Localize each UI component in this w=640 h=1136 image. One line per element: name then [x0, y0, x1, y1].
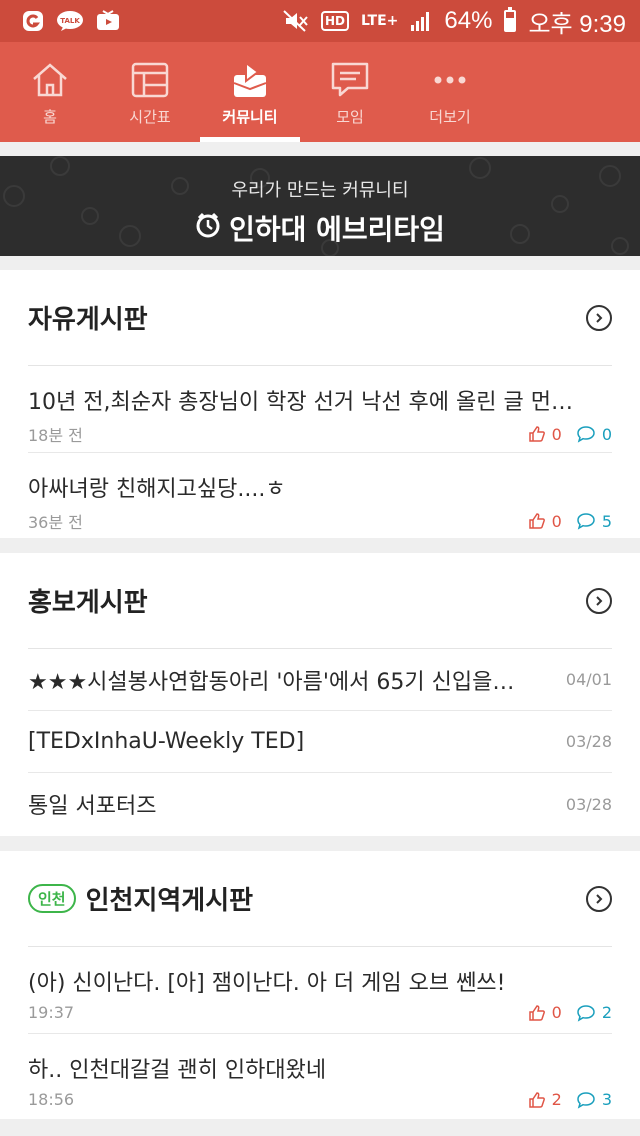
chevron-right-icon[interactable] [586, 885, 612, 912]
tab-label: 모임 [336, 108, 364, 126]
post-date: 03/28 [565, 732, 612, 751]
promo-board-header[interactable]: 홍보게시판 [28, 553, 612, 649]
comment-number: 0 [601, 424, 612, 444]
thumbs-up-icon [528, 1091, 545, 1108]
comment-count: 3 [576, 1090, 612, 1109]
post-time: 18:56 [28, 1090, 75, 1109]
like-number: 0 [551, 511, 562, 531]
post-title: 통일 서포터즈 [28, 794, 157, 819]
mute-icon [283, 10, 309, 32]
tab-label: 홈 [43, 108, 57, 126]
tab-label: 커뮤니티 [222, 108, 278, 126]
promo-row[interactable]: [TEDxInhaU-Weekly TED] 03/28 [28, 711, 612, 773]
post-title: 아싸녀랑 친해지고싶당....ㅎ [28, 477, 286, 502]
promo-row[interactable]: ★★★시설봉사연합동아리 '아름'에서 65기 신입을… 04/01 [28, 649, 612, 711]
tab-label: 시간표 [129, 108, 171, 126]
banner-subtitle: 우리가 만드는 커뮤니티 [231, 180, 409, 201]
post-date: 04/01 [565, 670, 612, 689]
g-app-icon [22, 10, 44, 32]
post-title: (아) 신이난다. [아] 잼이난다. 아 더 게임 오브 쎈쓰! [28, 971, 506, 996]
post-title: ★★★시설봉사연합동아리 '아름'에서 65기 신입을… [28, 669, 515, 695]
board-title: 인천지역게시판 [85, 886, 254, 916]
comment-number: 2 [601, 1003, 612, 1022]
region-board-header[interactable]: 인천 인천지역게시판 [28, 851, 612, 947]
post-row[interactable]: 하.. 인천대갈걸 괜히 인하대왔네 18:56 2 3 [28, 1034, 612, 1121]
chat-icon [328, 60, 372, 100]
thumbs-up-icon [528, 1004, 545, 1021]
free-board-card: 자유게시판 10년 전,최순자 총장님이 학장 선거 낙선 후에 올린 글 먼…… [0, 270, 640, 538]
tab-timetable[interactable]: 시간표 [100, 42, 200, 142]
like-count: 0 [528, 1003, 562, 1022]
thumbs-up-icon [528, 513, 545, 529]
post-time: 19:37 [28, 1003, 75, 1022]
promo-board-card: 홍보게시판 ★★★시설봉사연합동아리 '아름'에서 65기 신입을… 04/01… [0, 553, 640, 836]
main-tab-bar: 홈 시간표 커뮤니티 모임 더보기 [0, 42, 640, 142]
clock: 오후 9:39 [528, 10, 626, 38]
chevron-right-icon[interactable] [586, 304, 612, 331]
community-icon [228, 60, 272, 100]
battery-icon [504, 7, 517, 32]
free-board-header[interactable]: 자유게시판 [28, 270, 612, 366]
more-icon [428, 60, 472, 100]
signal-icon [410, 10, 432, 32]
like-count: 2 [528, 1090, 562, 1109]
board-title: 자유게시판 [28, 305, 148, 335]
post-row[interactable]: 10년 전,최순자 총장님이 학장 선거 낙선 후에 올린 글 먼… 18분 전… [28, 366, 612, 453]
status-bar: TALK HD LTE+ 64% 오후 9:39 [0, 0, 640, 42]
like-number: 0 [551, 1003, 562, 1022]
home-icon [28, 60, 72, 100]
post-title: 10년 전,최순자 총장님이 학장 선거 낙선 후에 올린 글 먼… [28, 390, 573, 415]
everytime-banner[interactable]: 우리가 만드는 커뮤니티 인하대 에브리타임 [0, 156, 640, 256]
lte-icon: LTE+ [360, 13, 399, 29]
comment-bubble-icon [577, 1091, 595, 1109]
comment-count: 0 [576, 425, 612, 444]
tab-more[interactable]: 더보기 [400, 42, 500, 142]
comment-bubble-icon [577, 1004, 595, 1022]
promo-row[interactable]: 통일 서포터즈 03/28 [28, 773, 612, 835]
comment-bubble-icon [577, 426, 595, 443]
post-title: [TEDxInhaU-Weekly TED] [28, 729, 305, 754]
post-time: 36분 전 [28, 513, 83, 532]
kakaotalk-icon: TALK [56, 10, 84, 32]
battery-percent: 64% [444, 7, 493, 34]
banner-title: 인하대 에브리타임 [229, 213, 445, 246]
timetable-icon [128, 60, 172, 100]
like-count: 0 [528, 512, 562, 531]
status-right-icons: HD LTE+ 64% 오후 9:39 [283, 4, 626, 39]
talk-label: TALK [60, 17, 80, 25]
chevron-right-icon[interactable] [586, 587, 612, 614]
tab-community[interactable]: 커뮤니티 [200, 42, 300, 142]
like-number: 2 [551, 1090, 562, 1109]
post-date: 03/28 [565, 794, 612, 814]
comment-count: 5 [576, 512, 612, 531]
like-number: 0 [551, 424, 562, 444]
board-title: 홍보게시판 [28, 588, 148, 618]
kakao-tv-icon [96, 10, 120, 32]
post-row[interactable]: 아싸녀랑 친해지고싶당....ㅎ 36분 전 0 5 [28, 453, 612, 540]
thumbs-up-icon [528, 426, 545, 442]
tab-meeting[interactable]: 모임 [300, 42, 400, 142]
status-left-icons: TALK [22, 10, 120, 32]
comment-number: 3 [601, 1090, 612, 1109]
region-board-card: 인천 인천지역게시판 (아) 신이난다. [아] 잼이난다. 아 더 게임 오브… [0, 851, 640, 1119]
tab-home[interactable]: 홈 [0, 42, 100, 142]
post-time: 18분 전 [28, 426, 83, 445]
comment-number: 5 [601, 511, 612, 531]
comment-count: 2 [576, 1003, 612, 1022]
region-badge: 인천 [28, 884, 76, 913]
post-title: 하.. 인천대갈걸 괜히 인하대왔네 [28, 1058, 327, 1083]
hd-icon: HD [320, 11, 349, 31]
tab-label: 더보기 [429, 108, 471, 126]
everytime-logo-icon [195, 212, 221, 244]
like-count: 0 [528, 425, 562, 444]
post-row[interactable]: (아) 신이난다. [아] 잼이난다. 아 더 게임 오브 쎈쓰! 19:37 … [28, 947, 612, 1034]
comment-bubble-icon [577, 513, 595, 530]
